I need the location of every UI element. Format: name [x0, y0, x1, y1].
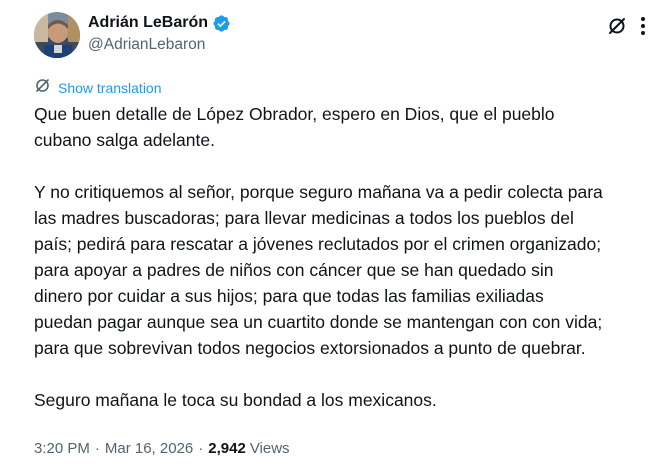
tweet-text-line: Que buen detalle de López Obrador, esper…	[34, 104, 555, 124]
tweet-text-line: dinero por cuidar a sus hijos; para que …	[34, 286, 544, 306]
verified-badge-icon	[212, 14, 231, 33]
translate-icon	[34, 77, 51, 99]
tweet-text-line: Seguro mañana le toca su bondad a los me…	[34, 390, 437, 410]
grok-button[interactable]	[604, 15, 630, 41]
tweet-time[interactable]: 3:20 PM	[34, 440, 90, 457]
tweet-text-line: puedan pagar aunque sea un cuartito dond…	[34, 312, 603, 332]
views-label: Views	[249, 439, 290, 457]
tweet-meta: 3:20 PM · Mar 16, 2026 · 2,942 Views	[34, 437, 290, 459]
tweet-text-line: para apoyar a padres de niños con cáncer…	[34, 260, 554, 280]
views-count: 2,942	[208, 439, 246, 457]
tweet-text-line: cubano salga adelante.	[34, 130, 215, 150]
tweet-text-line: país; pedirá para rescatar a jóvenes rec…	[34, 234, 602, 254]
meta-separator: ·	[94, 439, 100, 457]
show-translation-label: Show translation	[58, 80, 162, 96]
tweet-text-line: para que sobrevivan todos negocios extor…	[34, 338, 586, 358]
grok-slash-circle-icon	[606, 15, 628, 42]
tweet-text-line: Y no critiquemos al señor, porque seguro…	[34, 182, 603, 202]
avatar[interactable]	[34, 12, 80, 58]
tweet-date[interactable]: Mar 16, 2026	[105, 440, 193, 457]
more-options-button[interactable]	[634, 15, 652, 41]
vertical-ellipsis-icon	[640, 16, 646, 41]
tweet-card: Adrián LeBarón @AdrianLebaron Show trans…	[0, 0, 667, 475]
show-translation-link[interactable]: Show translation	[34, 78, 162, 98]
tweet-text: Que buen detalle de López Obrador, esper…	[34, 101, 662, 413]
author-name-row: Adrián LeBarón	[88, 12, 231, 34]
author-display-name[interactable]: Adrián LeBarón	[88, 14, 208, 32]
tweet-text-line: las madres buscadoras; para llevar medic…	[34, 208, 574, 228]
author-handle[interactable]: @AdrianLebaron	[88, 36, 205, 54]
meta-separator: ·	[198, 439, 204, 457]
